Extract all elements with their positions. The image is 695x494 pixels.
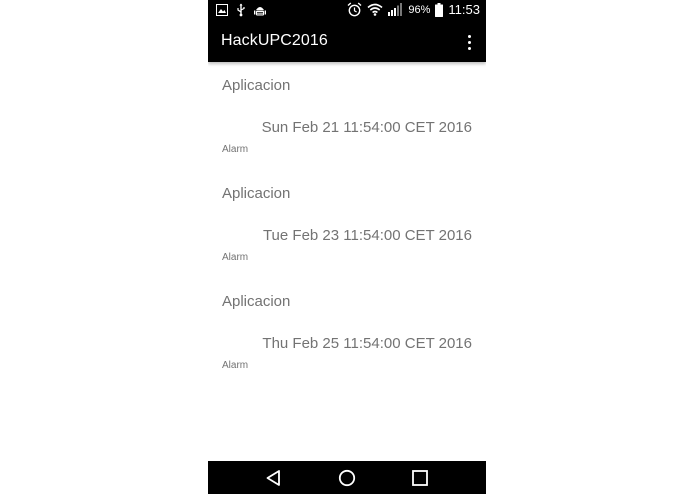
status-clock: 11:53 <box>448 2 480 17</box>
more-vert-icon-dot <box>467 46 471 50</box>
home-icon[interactable] <box>337 468 357 488</box>
status-bar: 96% 11:53 <box>208 0 486 21</box>
status-notifications <box>216 3 266 17</box>
app-title: HackUPC2016 <box>221 32 328 49</box>
list-item[interactable]: Aplicacion Sun Feb 21 11:54:00 CET 2016 … <box>208 62 486 170</box>
signal-icon <box>388 3 403 16</box>
recents-icon[interactable] <box>410 468 430 488</box>
item-type: Alarm <box>222 252 249 263</box>
phone-screen: 96% 11:53 HackUPC2016 Aplicacion Sun Feb… <box>208 0 486 494</box>
item-date: Sun Feb 21 11:54:00 CET 2016 <box>261 119 472 136</box>
alarm-icon <box>347 2 362 17</box>
navigation-bar <box>208 461 486 494</box>
alarm-list: Aplicacion Sun Feb 21 11:54:00 CET 2016 … <box>208 62 486 386</box>
status-indicators: 96% 11:53 <box>347 2 480 17</box>
list-item[interactable]: Aplicacion Tue Feb 23 11:54:00 CET 2016 … <box>208 170 486 278</box>
item-type: Alarm <box>222 144 249 155</box>
gallery-icon <box>216 4 228 16</box>
item-title: Aplicacion <box>222 77 291 94</box>
item-date: Thu Feb 25 11:54:00 CET 2016 <box>262 335 472 352</box>
android-debug-icon <box>254 6 266 15</box>
wifi-icon <box>367 3 383 16</box>
more-vert-icon-dot <box>467 40 471 44</box>
app-bar: HackUPC2016 <box>208 21 486 62</box>
item-date: Tue Feb 23 11:54:00 CET 2016 <box>262 227 472 244</box>
back-icon[interactable] <box>264 468 284 488</box>
battery-percent: 96% <box>408 3 431 16</box>
list-item[interactable]: Aplicacion Thu Feb 25 11:54:00 CET 2016 … <box>208 278 486 386</box>
item-title: Aplicacion <box>222 293 291 310</box>
more-vert-icon <box>467 34 471 38</box>
item-title: Aplicacion <box>222 185 291 202</box>
item-type: Alarm <box>222 360 249 371</box>
battery-icon <box>435 2 444 17</box>
overflow-menu-button[interactable] <box>462 32 476 52</box>
usb-icon <box>237 3 245 17</box>
